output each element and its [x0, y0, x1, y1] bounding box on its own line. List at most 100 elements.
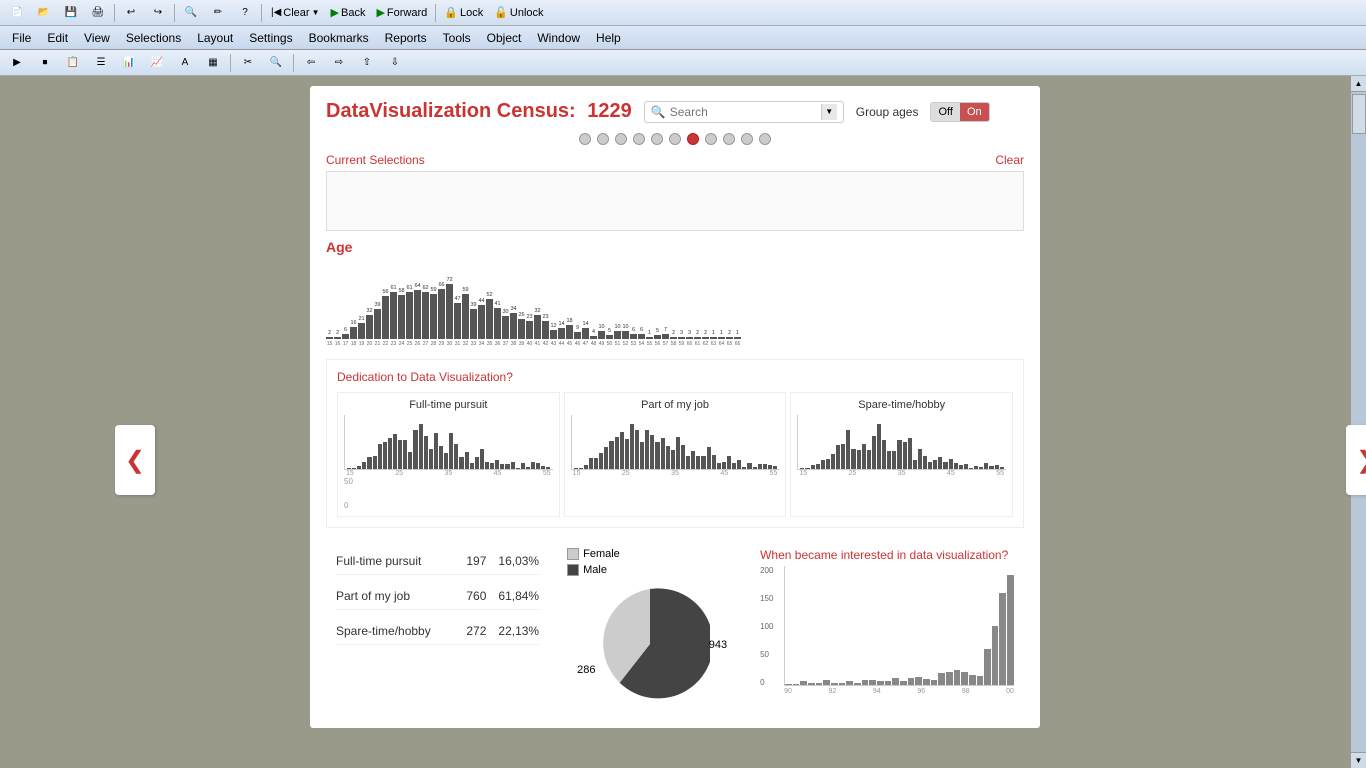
- age-bar-col[interactable]: 5: [654, 329, 661, 340]
- toggle-on[interactable]: On: [960, 103, 989, 121]
- age-bar-col[interactable]: 14: [582, 322, 589, 340]
- age-bar-col[interactable]: 23: [526, 315, 533, 340]
- toggle-off[interactable]: Off: [931, 103, 959, 121]
- dot-5[interactable]: [651, 133, 663, 145]
- tb2-btn1[interactable]: ▶: [4, 52, 30, 74]
- forward-btn[interactable]: ▶ Forward: [371, 2, 432, 24]
- search-box[interactable]: 🔍 ▼: [644, 101, 844, 123]
- tb2-btn8[interactable]: ▦: [200, 52, 226, 74]
- dot-10[interactable]: [741, 133, 753, 145]
- find-btn[interactable]: 🔍: [178, 2, 204, 24]
- age-bar-col[interactable]: 62: [422, 286, 429, 340]
- undo-btn[interactable]: ↩: [118, 2, 144, 24]
- age-bar-col[interactable]: 6: [638, 328, 645, 340]
- tb2-btn6[interactable]: 📈: [144, 52, 170, 74]
- age-bar-col[interactable]: 72: [446, 278, 453, 340]
- toggle-switch[interactable]: Off On: [930, 102, 989, 122]
- age-bar-col[interactable]: 52: [486, 293, 493, 340]
- age-bar-col[interactable]: 59: [430, 288, 437, 340]
- dot-1[interactable]: [579, 133, 591, 145]
- age-bar-col[interactable]: 56: [382, 290, 389, 340]
- age-bar-col[interactable]: 3: [678, 331, 685, 340]
- age-bar-col[interactable]: 64: [414, 284, 421, 340]
- age-bar-col[interactable]: 2: [334, 331, 341, 340]
- tb2-btn14[interactable]: ⇩: [382, 52, 408, 74]
- age-bar-col[interactable]: 23: [542, 315, 549, 340]
- age-bar-col[interactable]: 61: [406, 286, 413, 340]
- help-btn[interactable]: ?: [232, 2, 258, 24]
- age-bar-col[interactable]: 6: [630, 328, 637, 340]
- menu-object[interactable]: Object: [479, 27, 530, 49]
- age-bar-col[interactable]: 5: [606, 329, 613, 340]
- tb2-btn9[interactable]: ✂: [235, 52, 261, 74]
- age-bar-col[interactable]: 2: [726, 331, 733, 340]
- dot-2[interactable]: [597, 133, 609, 145]
- age-bar-col[interactable]: 2: [670, 331, 677, 340]
- menu-reports[interactable]: Reports: [377, 27, 435, 49]
- dot-8[interactable]: [705, 133, 717, 145]
- age-bar-col[interactable]: 1: [646, 331, 653, 340]
- age-bar-col[interactable]: 14: [558, 322, 565, 340]
- lock-btn[interactable]: 🔒 Lock: [439, 2, 488, 24]
- age-bar-col[interactable]: 3: [686, 331, 693, 340]
- age-bar-col[interactable]: 2: [694, 331, 701, 340]
- dot-4[interactable]: [633, 133, 645, 145]
- tb2-btn10[interactable]: 🔍: [263, 52, 289, 74]
- open-btn[interactable]: 📂: [31, 2, 57, 24]
- age-bar-col[interactable]: 66: [438, 283, 445, 340]
- save-btn[interactable]: 💾: [58, 2, 84, 24]
- age-bar-col[interactable]: 39: [470, 303, 477, 340]
- age-bar-col[interactable]: 1: [710, 331, 717, 340]
- age-bar-col[interactable]: 34: [510, 307, 517, 340]
- age-bar-col[interactable]: 10: [598, 325, 605, 340]
- age-bar-col[interactable]: 30: [502, 310, 509, 340]
- nav-arrow-left[interactable]: ❮: [115, 425, 155, 495]
- age-bar-col[interactable]: 1: [734, 331, 741, 340]
- age-bar-col[interactable]: 41: [494, 302, 501, 340]
- clear-selections-button[interactable]: Clear: [995, 153, 1024, 167]
- dot-7[interactable]: [687, 133, 699, 145]
- age-bar-col[interactable]: 4: [590, 330, 597, 340]
- dot-3[interactable]: [615, 133, 627, 145]
- search-dropdown[interactable]: ▼: [821, 104, 837, 120]
- age-bar-col[interactable]: 44: [478, 299, 485, 340]
- age-bar-col[interactable]: 32: [366, 309, 373, 340]
- scrollbar-down[interactable]: ▼: [1351, 752, 1366, 768]
- age-bar-col[interactable]: 9: [574, 326, 581, 340]
- tb2-btn4[interactable]: ☰: [88, 52, 114, 74]
- tb2-btn2[interactable]: ⏹: [32, 52, 58, 74]
- age-bar-col[interactable]: 10: [614, 325, 621, 340]
- age-bar-col[interactable]: 32: [534, 309, 541, 340]
- new-btn[interactable]: 📄: [4, 2, 30, 24]
- dot-9[interactable]: [723, 133, 735, 145]
- age-bar-col[interactable]: 16: [350, 321, 357, 340]
- age-bar-col[interactable]: 12: [550, 324, 557, 340]
- unlock-btn[interactable]: 🔓 Unlock: [489, 2, 548, 24]
- dot-6[interactable]: [669, 133, 681, 145]
- search-input[interactable]: [670, 105, 770, 119]
- age-bar-col[interactable]: 39: [374, 303, 381, 340]
- clear-btn[interactable]: |◀ Clear ▼: [266, 2, 325, 24]
- nav-arrow-right[interactable]: ❯: [1346, 425, 1350, 495]
- tb2-btn12[interactable]: ⇨: [326, 52, 352, 74]
- menu-selections[interactable]: Selections: [118, 27, 189, 49]
- tb2-btn11[interactable]: ⇦: [298, 52, 324, 74]
- age-bar-col[interactable]: 18: [566, 319, 573, 340]
- scrollbar-up[interactable]: ▲: [1351, 76, 1366, 92]
- menu-help[interactable]: Help: [588, 27, 629, 49]
- age-bar-col[interactable]: 7: [662, 328, 669, 340]
- scrollbar-thumb[interactable]: [1352, 94, 1366, 134]
- age-bar-col[interactable]: 6: [342, 328, 349, 340]
- age-bar-col[interactable]: 2: [326, 331, 333, 340]
- age-bar-col[interactable]: 58: [398, 289, 405, 340]
- age-bar-col[interactable]: 47: [454, 297, 461, 340]
- tb2-btn5[interactable]: 📊: [116, 52, 142, 74]
- dot-11[interactable]: [759, 133, 771, 145]
- menu-layout[interactable]: Layout: [189, 27, 241, 49]
- menu-view[interactable]: View: [76, 27, 118, 49]
- scrollbar-track[interactable]: [1351, 92, 1366, 752]
- menu-edit[interactable]: Edit: [39, 27, 76, 49]
- menu-settings[interactable]: Settings: [241, 27, 300, 49]
- age-bar-col[interactable]: 21: [358, 317, 365, 340]
- menu-window[interactable]: Window: [529, 27, 588, 49]
